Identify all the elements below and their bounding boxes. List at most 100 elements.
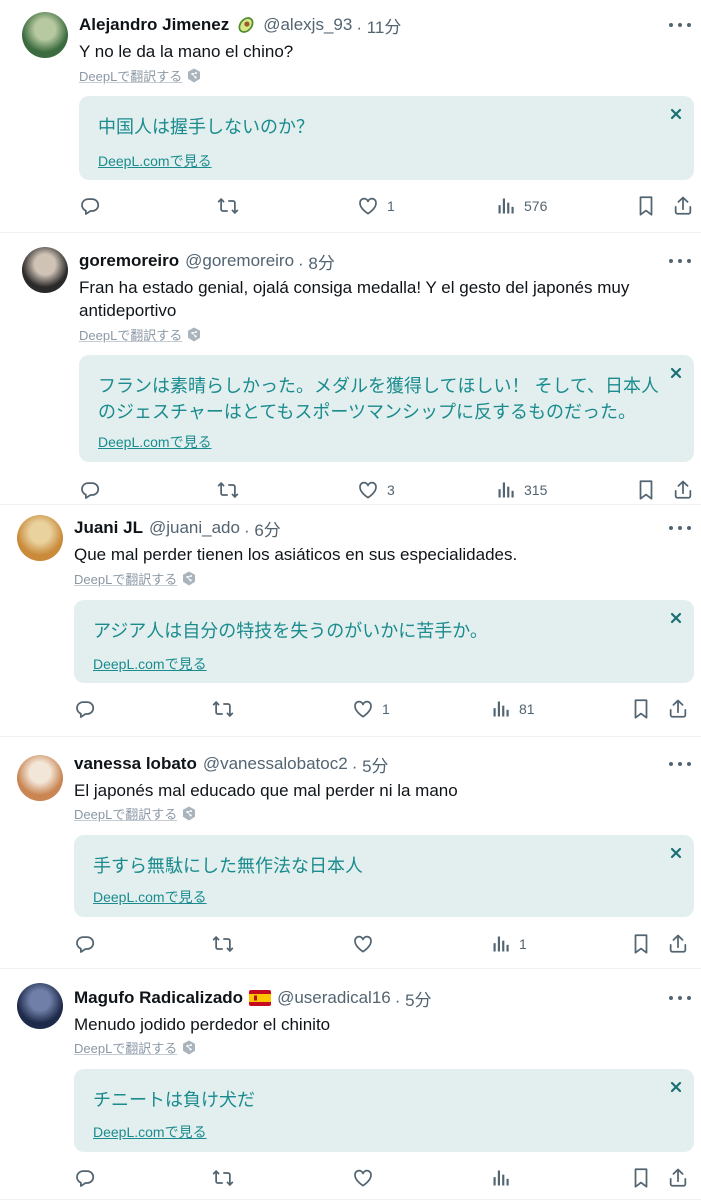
- views-button[interactable]: 315: [496, 478, 547, 502]
- bookmark-icon: [636, 195, 656, 217]
- close-icon[interactable]: [668, 365, 684, 381]
- tweet-header: Juani JL @juani_ado · 6分: [74, 516, 281, 541]
- user-handle[interactable]: @goremoreiro: [185, 251, 294, 271]
- more-options-icon[interactable]: [669, 993, 691, 1003]
- display-name[interactable]: Alejandro Jimenez: [79, 15, 229, 35]
- user-handle[interactable]: @useradical16: [277, 988, 391, 1008]
- like-button[interactable]: 1: [352, 697, 390, 721]
- tweet-text: Fran ha estado genial, ojalá consiga med…: [79, 278, 630, 320]
- retweet-icon: [217, 195, 239, 217]
- deepl-translate-link[interactable]: DeepLで翻訳する: [74, 804, 196, 823]
- view-count: 1: [519, 936, 527, 952]
- like-button[interactable]: [352, 932, 374, 956]
- reply-button[interactable]: [79, 194, 101, 218]
- like-icon: [352, 1167, 374, 1189]
- reply-button[interactable]: [79, 478, 101, 502]
- deepl-translate-link[interactable]: DeepLで翻訳する: [79, 325, 201, 344]
- views-button[interactable]: 1: [491, 932, 527, 956]
- bookmark-button[interactable]: [636, 478, 656, 502]
- deepl-view-link[interactable]: DeepL.comで見る: [93, 887, 207, 907]
- deepl-view-link[interactable]: DeepL.comで見る: [93, 1122, 207, 1142]
- translation-text: アジア人は自分の特技を失うのがいかに苦手か。: [93, 621, 488, 641]
- close-icon[interactable]: [668, 610, 684, 626]
- share-button[interactable]: [672, 478, 694, 502]
- like-button[interactable]: 1: [357, 194, 395, 218]
- timestamp[interactable]: · 5分: [395, 986, 432, 1011]
- share-button[interactable]: [667, 697, 689, 721]
- translation-box: フランは素晴らしかった。メダルを獲得してほしい！ そして、日本人のジェスチャーは…: [79, 355, 694, 462]
- avatar[interactable]: [22, 247, 68, 293]
- display-name[interactable]: goremoreiro: [79, 251, 179, 271]
- more-options-icon[interactable]: [669, 20, 691, 30]
- retweet-button[interactable]: [212, 1166, 234, 1190]
- retweet-button[interactable]: [217, 478, 239, 502]
- user-handle[interactable]: @juani_ado: [149, 518, 240, 538]
- more-options-icon[interactable]: [669, 256, 691, 266]
- reply-button[interactable]: [74, 697, 96, 721]
- avatar[interactable]: [22, 12, 68, 58]
- close-icon[interactable]: [668, 845, 684, 861]
- close-icon[interactable]: [668, 106, 684, 122]
- bookmark-button[interactable]: [631, 1166, 651, 1190]
- share-button[interactable]: [667, 1166, 689, 1190]
- bookmark-icon: [631, 698, 651, 720]
- deepl-translate-link[interactable]: DeepLで翻訳する: [74, 1038, 196, 1057]
- spain-flag-icon: [249, 990, 272, 1006]
- reply-feed: Alejandro Jimenez @alexjs_93 · 11分 Y no le …: [0, 0, 701, 1200]
- display-name[interactable]: vanessa lobato: [74, 754, 197, 774]
- reply-button[interactable]: [74, 1166, 96, 1190]
- display-name[interactable]: Magufo Radicalizado: [74, 988, 243, 1008]
- tweet-actions: 1 81: [74, 697, 694, 721]
- like-count: 1: [382, 701, 390, 717]
- share-button[interactable]: [672, 194, 694, 218]
- share-icon: [672, 479, 694, 501]
- retweet-button[interactable]: [217, 194, 239, 218]
- deepl-translate-label: DeepLで翻訳する: [74, 807, 178, 822]
- like-icon: [352, 933, 374, 955]
- avatar[interactable]: [17, 983, 63, 1029]
- views-icon: [491, 934, 511, 954]
- avocado-emoji-icon: [235, 14, 257, 36]
- translation-text: チニートは負け犬だ: [93, 1090, 255, 1110]
- bookmark-button[interactable]: [636, 194, 656, 218]
- share-button[interactable]: [667, 932, 689, 956]
- tweet-text: Que mal perder tienen los asiáticos en s…: [74, 545, 518, 564]
- translation-box: チニートは負け犬だ DeepL.comで見る: [74, 1069, 694, 1152]
- like-button[interactable]: [352, 1166, 374, 1190]
- views-button[interactable]: 81: [491, 697, 535, 721]
- deepl-translate-link[interactable]: DeepLで翻訳する: [74, 569, 196, 588]
- deepl-translate-label: DeepLで翻訳する: [79, 328, 183, 343]
- deepl-view-link[interactable]: DeepL.comで見る: [98, 151, 212, 171]
- deepl-view-link[interactable]: DeepL.comで見る: [93, 654, 207, 674]
- timestamp[interactable]: · 11分: [356, 13, 401, 38]
- bookmark-button[interactable]: [631, 697, 651, 721]
- retweet-button[interactable]: [212, 697, 234, 721]
- timestamp[interactable]: · 6分: [244, 516, 281, 541]
- reply-icon: [74, 1167, 96, 1189]
- tweet-actions: [74, 1166, 694, 1190]
- close-icon[interactable]: [668, 1079, 684, 1095]
- tweet: Juani JL @juani_ado · 6分 Que mal perder tie…: [0, 505, 701, 737]
- more-options-icon[interactable]: [669, 523, 691, 533]
- avatar[interactable]: [17, 755, 63, 801]
- tweet-actions: 1 576: [79, 194, 694, 218]
- view-count: 81: [519, 701, 535, 717]
- deepl-translate-link[interactable]: DeepLで翻訳する: [79, 66, 201, 85]
- timestamp[interactable]: · 8分: [298, 249, 335, 274]
- like-button[interactable]: 3: [357, 478, 395, 502]
- avatar[interactable]: [17, 515, 63, 561]
- user-handle[interactable]: @alexjs_93: [263, 15, 352, 35]
- views-button[interactable]: 576: [496, 194, 547, 218]
- deepl-view-link[interactable]: DeepL.comで見る: [98, 432, 212, 452]
- views-button[interactable]: [491, 1166, 511, 1190]
- user-handle[interactable]: @vanessalobatoc2: [203, 754, 348, 774]
- like-icon: [357, 195, 379, 217]
- retweet-button[interactable]: [212, 932, 234, 956]
- timestamp[interactable]: · 5分: [352, 752, 389, 777]
- more-options-icon[interactable]: [669, 759, 691, 769]
- bookmark-button[interactable]: [631, 932, 651, 956]
- reply-icon: [74, 933, 96, 955]
- deepl-icon: [182, 1040, 196, 1055]
- reply-button[interactable]: [74, 932, 96, 956]
- display-name[interactable]: Juani JL: [74, 518, 143, 538]
